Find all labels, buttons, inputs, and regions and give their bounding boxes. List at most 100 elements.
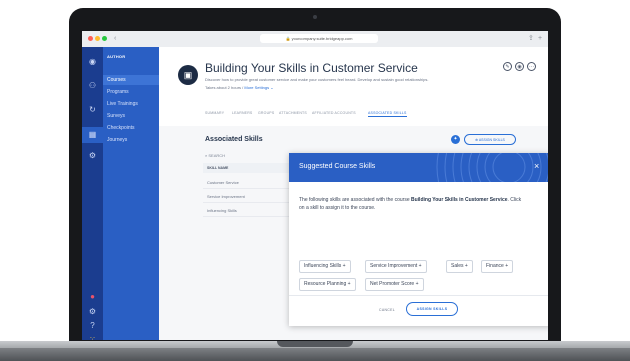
webcam <box>313 15 317 19</box>
sidebar-item-live-trainings[interactable]: Live Trainings <box>103 99 159 109</box>
edit-button[interactable]: ✎ <box>503 62 512 71</box>
sidebar-item-surveys[interactable]: Surveys <box>103 111 159 121</box>
icon-rail: ◉ ⚇ ↻ ▦ ⚙ ● ⚙ ? ⁙ <box>82 47 103 340</box>
refresh-icon: ↻ <box>89 105 96 114</box>
people-icon: ⚇ <box>88 81 97 90</box>
modal-course-name: Building Your Skills in Customer Service <box>411 197 508 203</box>
skills-suggest-button[interactable]: ✦ <box>451 135 460 144</box>
sidebar-item-checkpoints[interactable]: Checkpoints <box>103 123 159 133</box>
help-icon: ? <box>90 321 95 330</box>
rail-item-settings[interactable]: ⚙ <box>82 307 103 316</box>
modal-description: The following skills are associated with… <box>299 197 522 211</box>
rail-item-admin[interactable]: ⚙ <box>82 151 103 160</box>
more-options-button[interactable]: ··· <box>527 62 536 71</box>
skill-chip-net-promoter-score[interactable]: Net Promoter Score + <box>365 278 424 291</box>
new-tab-icon[interactable]: + <box>538 34 542 43</box>
course-icon: ▣ <box>178 65 198 85</box>
browser-toolbar: ‹ 🔒 yourcompany.suite.bridgeapp.com ⇪ + <box>82 31 548 48</box>
skill-chip-influencing-skills[interactable]: Influencing Skills + <box>299 260 351 273</box>
window-maximize-dot[interactable] <box>102 36 107 41</box>
sidebar-item-label: Live Trainings <box>107 101 138 107</box>
table-row[interactable]: Influencing Skills <box>203 204 293 217</box>
tab-summary[interactable]: SUMMARY <box>205 111 224 115</box>
assign-skills-modal-button[interactable]: ASSIGN SKILLS <box>406 302 458 316</box>
skills-search[interactable]: ⌕ SEARCH <box>205 153 225 158</box>
modal-intro: The following skills are associated with… <box>299 197 410 203</box>
address-bar[interactable]: 🔒 yourcompany.suite.bridgeapp.com <box>260 34 378 43</box>
skill-chip-sales[interactable]: Sales + <box>446 260 473 273</box>
rail-item-author[interactable]: ▦ <box>82 127 103 143</box>
lock-icon: 🔒 <box>285 36 291 41</box>
close-icon[interactable]: × <box>534 161 539 171</box>
screen: ‹ 🔒 yourcompany.suite.bridgeapp.com ⇪ + … <box>82 31 548 340</box>
sidebar-item-label: Courses <box>107 77 126 83</box>
course-duration: Takes about 2 hours <box>205 85 242 90</box>
more-settings-link[interactable]: More Settings <box>244 85 269 90</box>
plus-icon: + <box>505 263 509 269</box>
skill-chip-label: Resource Planning <box>304 281 347 287</box>
tab-associated-skills[interactable]: ASSOCIATED SKILLS <box>368 111 407 117</box>
chevron-down-icon: ⌄ <box>270 85 274 90</box>
course-description: Discover how to provide great customer s… <box>205 77 429 82</box>
tab-attachments[interactable]: ATTACHMENTS <box>279 111 307 115</box>
rail-item-me[interactable]: ◉ <box>82 57 103 66</box>
sidebar-item-courses[interactable]: Courses <box>103 75 159 85</box>
plus-icon: + <box>415 281 419 287</box>
rail-item-notifications[interactable]: ● <box>82 292 103 301</box>
assign-skills-button[interactable]: ⊕ ASSIGN SKILLS <box>464 134 516 145</box>
skill-chip-label: Net Promoter Score <box>370 281 415 287</box>
skill-chip-label: Influencing Skills <box>304 263 342 269</box>
rail-item-team[interactable]: ⚇ <box>82 81 103 90</box>
search-placeholder: SEARCH <box>208 153 226 158</box>
user-circle-icon: ◉ <box>89 57 96 66</box>
sidebar-item-journeys[interactable]: Journeys <box>103 135 159 145</box>
skill-chip-resource-planning[interactable]: Resource Planning + <box>299 278 356 291</box>
sidebar-item-label: Programs <box>107 89 129 95</box>
sidebar-item-programs[interactable]: Programs <box>103 87 159 97</box>
window-close-dot[interactable] <box>88 36 93 41</box>
tab-affiliated-accounts[interactable]: AFFILIATED ACCOUNTS <box>312 111 356 115</box>
rail-item-help[interactable]: ? <box>82 321 103 330</box>
url-text: yourcompany.suite.bridgeapp.com <box>291 36 353 41</box>
page-title: Building Your Skills in Customer Service <box>205 61 418 75</box>
bell-icon: ● <box>90 292 95 301</box>
preview-button[interactable]: ◉ <box>515 62 524 71</box>
modal-title: Suggested Course Skills <box>299 163 376 170</box>
sidebar-item-label: Checkpoints <box>107 125 135 131</box>
table-row[interactable]: Service Improvement <box>203 190 293 203</box>
chevron-left-icon[interactable]: ‹ <box>114 34 116 43</box>
laptop-notch <box>277 341 353 347</box>
skill-chip-label: Service Improvement <box>370 263 418 269</box>
skill-chip-label: Sales <box>451 263 464 269</box>
author-sidebar: AUTHOR Courses Programs Live Trainings S… <box>103 47 159 340</box>
cog-icon: ⚙ <box>88 307 97 316</box>
gear-icon: ⚙ <box>88 151 97 160</box>
plus-icon: + <box>418 263 422 269</box>
skill-chip-service-improvement[interactable]: Service Improvement + <box>365 260 427 273</box>
table-row[interactable]: Customer Service <box>203 176 293 189</box>
share-icon[interactable]: ⇪ <box>528 34 534 43</box>
tab-groups[interactable]: GROUPS <box>258 111 274 115</box>
associated-skills-heading: Associated Skills <box>205 136 263 143</box>
cancel-button[interactable]: CANCEL <box>379 308 395 312</box>
skill-chip-finance[interactable]: Finance + <box>481 260 514 273</box>
rail-item-apps[interactable]: ⁙ <box>82 335 103 340</box>
tab-learners[interactable]: LEARNERS <box>232 111 252 115</box>
plus-icon: + <box>342 263 346 269</box>
skill-chip-label: Finance <box>486 263 504 269</box>
sidebar-header: AUTHOR <box>107 54 126 59</box>
window-minimize-dot[interactable] <box>95 36 100 41</box>
plus-icon: + <box>464 263 468 269</box>
suggested-skills-modal: Suggested Course Skills × The following … <box>289 153 548 326</box>
course-meta: Takes about 2 hours / More Settings ⌄ <box>205 85 274 90</box>
lightbulb-icon: ✦ <box>453 136 458 142</box>
modal-header: Suggested Course Skills × <box>289 153 548 182</box>
sidebar-item-label: Journeys <box>107 137 128 143</box>
sidebar-item-label: Surveys <box>107 113 126 119</box>
assign-skills-label: ASSIGN SKILLS <box>478 138 505 142</box>
plus-icon: + <box>347 281 351 287</box>
modal-divider <box>289 295 548 296</box>
skills-table-header: SKILL NAME <box>203 163 293 173</box>
rail-item-checkins[interactable]: ↻ <box>82 105 103 114</box>
grid-icon: ▦ <box>88 130 97 139</box>
